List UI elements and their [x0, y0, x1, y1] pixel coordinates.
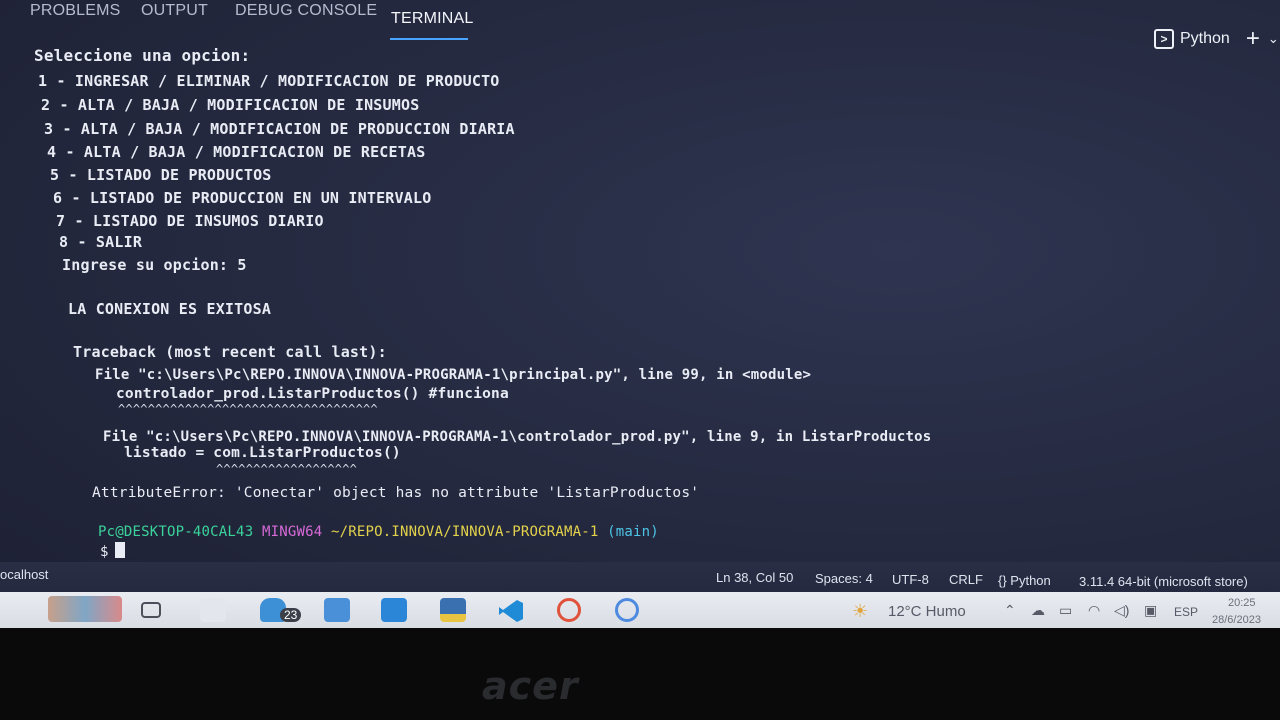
traceback-header: Traceback (most recent call last): — [73, 343, 387, 361]
weather-icon: ☀ — [852, 601, 869, 621]
app-icon[interactable] — [557, 598, 581, 622]
language-mode[interactable]: {} Python — [998, 573, 1051, 588]
tab-debug-console[interactable]: DEBUG CONSOLE — [235, 2, 377, 20]
eol-setting[interactable]: CRLF — [949, 572, 983, 587]
task-view-icon[interactable] — [141, 602, 161, 618]
terminal-output[interactable]: Seleccione una opcion: 1 - INGRESAR / EL… — [0, 40, 1280, 560]
menu-item: 6 - LISTADO DE PRODUCCION EN UN INTERVAL… — [53, 189, 432, 207]
menu-item: 3 - ALTA / BAJA / MODIFICACION DE PRODUC… — [44, 120, 515, 138]
traceback-file-line: File "c:\Users\Pc\REPO.INNOVA\INNOVA-PRO… — [95, 367, 812, 383]
mail-badge: 23 — [280, 608, 302, 622]
windows-taskbar: 23 ☀ 12°C Humo ⌃ ☁ ▭ ◠ ◁) ▣ ESP 20:25 28… — [0, 592, 1280, 628]
option-prompt: Ingrese su opcion: 5 — [62, 256, 247, 274]
file-explorer-icon[interactable] — [200, 598, 226, 622]
cursor-position[interactable]: Ln 38, Col 50 — [716, 570, 793, 585]
traceback-code-line: controlador_prod.ListarProductos() #func… — [116, 386, 509, 402]
python-interpreter[interactable]: 3.11.4 64-bit (microsoft store) — [1079, 574, 1248, 589]
laptop-brand-logo: acer — [482, 664, 579, 708]
menu-item: 4 - ALTA / BAJA / MODIFICACION DE RECETA… — [47, 143, 426, 161]
tab-problems[interactable]: PROBLEMS — [30, 2, 121, 20]
prompt-symbol: $ — [100, 544, 109, 560]
prompt-user: Pc@DESKTOP-40CAL43 — [98, 524, 254, 540]
text-cursor — [114, 542, 125, 558]
status-bar: ocalhost Ln 38, Col 50 Spaces: 4 UTF-8 C… — [0, 562, 1280, 592]
tab-output[interactable]: OUTPUT — [141, 2, 208, 20]
calculator-icon[interactable] — [324, 598, 350, 622]
traceback-caret: ^^^^^^^^^^^^^^^^^^^^^^^^^^^^^^^^^^^ — [118, 402, 378, 416]
prompt-branch: (main) — [607, 524, 659, 540]
volume-icon[interactable]: ◁) — [1114, 602, 1129, 619]
traceback-caret: ^^^^^^^^^^^^^^^^^^^ — [216, 462, 358, 476]
shell-prompt: Pc@DESKTOP-40CAL43 MINGW64 ~/REPO.INNOVA… — [98, 524, 659, 540]
traceback-code-line: listado = com.ListarProductos() — [124, 445, 401, 461]
shell-input-line[interactable]: $ — [100, 542, 125, 560]
encoding-setting[interactable]: UTF-8 — [892, 572, 929, 587]
input-language[interactable]: ESP — [1174, 605, 1198, 619]
app-icon[interactable] — [615, 598, 639, 622]
chevron-up-icon[interactable]: ⌃ — [1004, 602, 1016, 619]
menu-item: 7 - LISTADO DE INSUMOS DIARIO — [56, 212, 324, 230]
menu-item: 2 - ALTA / BAJA / MODIFICACION DE INSUMO… — [41, 96, 420, 114]
widgets-thumbnail-icon[interactable] — [48, 596, 122, 622]
network-icon[interactable]: ☁ — [1031, 602, 1045, 619]
remote-indicator[interactable]: ocalhost — [0, 567, 48, 582]
weather-text[interactable]: 12°C Humo — [888, 603, 966, 620]
menu-title: Seleccione una opcion: — [34, 46, 251, 65]
panel-tab-bar: PROBLEMS OUTPUT DEBUG CONSOLE TERMINAL >… — [0, 0, 1280, 52]
clock-time[interactable]: 20:25 — [1228, 597, 1256, 609]
clock-date[interactable]: 28/6/2023 — [1212, 614, 1261, 626]
wifi-icon[interactable]: ◠ — [1088, 602, 1100, 619]
calendar-icon[interactable] — [381, 598, 407, 622]
error-message: AttributeError: 'Conectar' object has no… — [92, 485, 700, 501]
prompt-path: ~/REPO.INNOVA/INNOVA-PROGRAMA-1 — [331, 524, 599, 540]
menu-item: 5 - LISTADO DE PRODUCTOS — [50, 166, 272, 184]
vscode-icon[interactable] — [497, 598, 523, 622]
traceback-file-line: File "c:\Users\Pc\REPO.INNOVA\INNOVA-PRO… — [103, 429, 932, 445]
indentation-setting[interactable]: Spaces: 4 — [815, 571, 873, 586]
prompt-env: MINGW64 — [261, 524, 323, 540]
monitor-screen: PROBLEMS OUTPUT DEBUG CONSOLE TERMINAL >… — [0, 0, 1280, 628]
notes-icon[interactable] — [440, 598, 466, 622]
connection-message: LA CONEXION ES EXITOSA — [68, 300, 272, 318]
display-icon[interactable]: ▣ — [1144, 602, 1157, 619]
tab-terminal[interactable]: TERMINAL — [391, 10, 474, 28]
menu-item: 1 - INGRESAR / ELIMINAR / MODIFICACION D… — [38, 72, 500, 90]
battery-icon[interactable]: ▭ — [1059, 602, 1072, 619]
menu-item: 8 - SALIR — [59, 233, 143, 251]
